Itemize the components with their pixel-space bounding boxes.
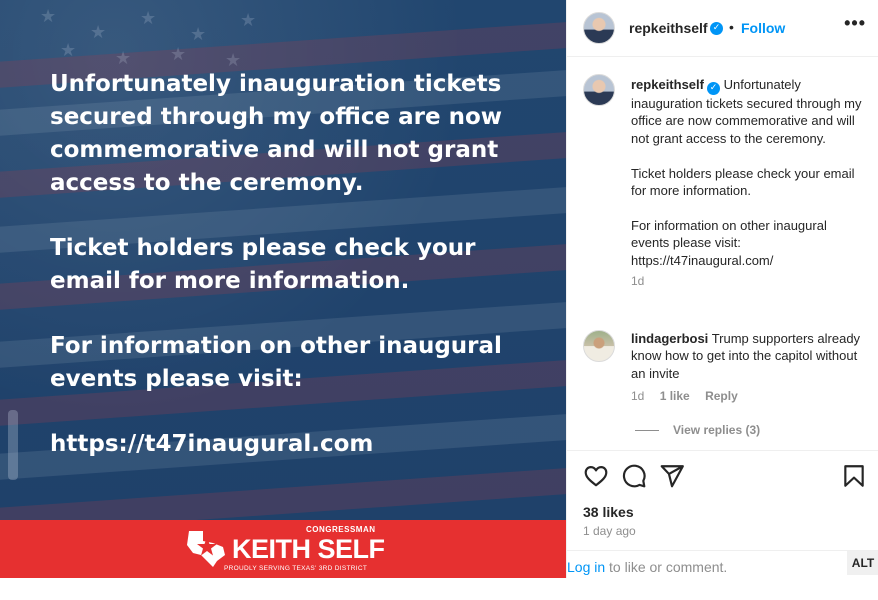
caption-paragraph-3: For information on other inaugural event…: [631, 217, 827, 268]
post-text-paragraph-2: Ticket holders please check your email f…: [50, 235, 476, 294]
banner-subtitle: PROUDLY SERVING TEXAS' 3RD DISTRICT: [224, 565, 368, 572]
commenter-avatar[interactable]: [583, 330, 615, 362]
post-header: repkeithself ✓ • Follow •••: [567, 0, 878, 57]
post-details-panel: repkeithself ✓ • Follow ••• repkeithself…: [566, 0, 878, 578]
login-link[interactable]: Log in: [567, 559, 605, 575]
login-prompt: Log in to like or comment.: [567, 559, 727, 575]
comments-section[interactable]: repkeithself ✓ Unfortunately inauguration…: [567, 58, 878, 450]
author-username[interactable]: repkeithself: [629, 20, 708, 36]
follow-button[interactable]: Follow: [741, 20, 785, 36]
likes-count[interactable]: 38 likes: [583, 504, 634, 520]
banner-name: KEITH SELF: [232, 534, 385, 564]
comment-item: lindagerbosi Trump supporters already kn…: [631, 330, 867, 382]
author-avatar[interactable]: [583, 12, 615, 44]
post-text-paragraph-1: Unfortunately inauguration tickets secur…: [50, 71, 502, 196]
post-text-url: https://t47inaugural.com: [50, 431, 374, 457]
alt-text-badge[interactable]: ALT: [847, 551, 878, 575]
post-actions: 38 likes 1 day ago: [567, 450, 878, 550]
heart-icon[interactable]: [583, 463, 609, 489]
comment-time: 1d: [631, 389, 645, 403]
more-options-icon[interactable]: •••: [844, 13, 866, 34]
login-prompt-text: to like or comment.: [605, 559, 728, 575]
post-caption: repkeithself ✓ Unfortunately inauguration…: [631, 76, 867, 290]
verified-badge-icon: ✓: [710, 22, 723, 35]
share-icon[interactable]: [659, 463, 685, 489]
congressman-banner: CONGRESSMAN KEITH SELF PROUDLY SERVING T…: [0, 520, 566, 578]
comment-meta: 1d 1 like Reply: [631, 389, 750, 403]
view-replies-label: View replies (3): [673, 423, 761, 437]
bookmark-icon[interactable]: [841, 463, 867, 489]
commenter-username[interactable]: lindagerbosi: [631, 331, 708, 346]
caption-username[interactable]: repkeithself: [631, 77, 704, 92]
replies-divider-line: [635, 430, 659, 432]
comment-icon[interactable]: [621, 463, 647, 489]
caption-paragraph-2: Ticket holders please check your email f…: [631, 165, 855, 199]
login-bar: Log in to like or comment. ALT: [567, 550, 878, 578]
view-replies-button[interactable]: View replies (3): [635, 423, 760, 437]
post-image[interactable]: ★ ★ ★ ★ ★ ★ ★ ★ ★ Unfortunately inaugura…: [0, 0, 566, 578]
separator-dot: •: [729, 19, 734, 35]
texas-star-logo-icon: [187, 531, 225, 567]
reply-button[interactable]: Reply: [705, 389, 738, 403]
caption-time: 1d: [631, 274, 645, 289]
post-text-paragraph-3: For information on other inaugural event…: [50, 333, 502, 392]
banner-congressman-label: CONGRESSMAN: [306, 525, 376, 534]
post-time-ago: 1 day ago: [583, 524, 636, 538]
verified-badge-icon: ✓: [706, 82, 720, 95]
caption-avatar[interactable]: [583, 74, 615, 106]
comment-likes-link[interactable]: 1 like: [660, 389, 690, 403]
